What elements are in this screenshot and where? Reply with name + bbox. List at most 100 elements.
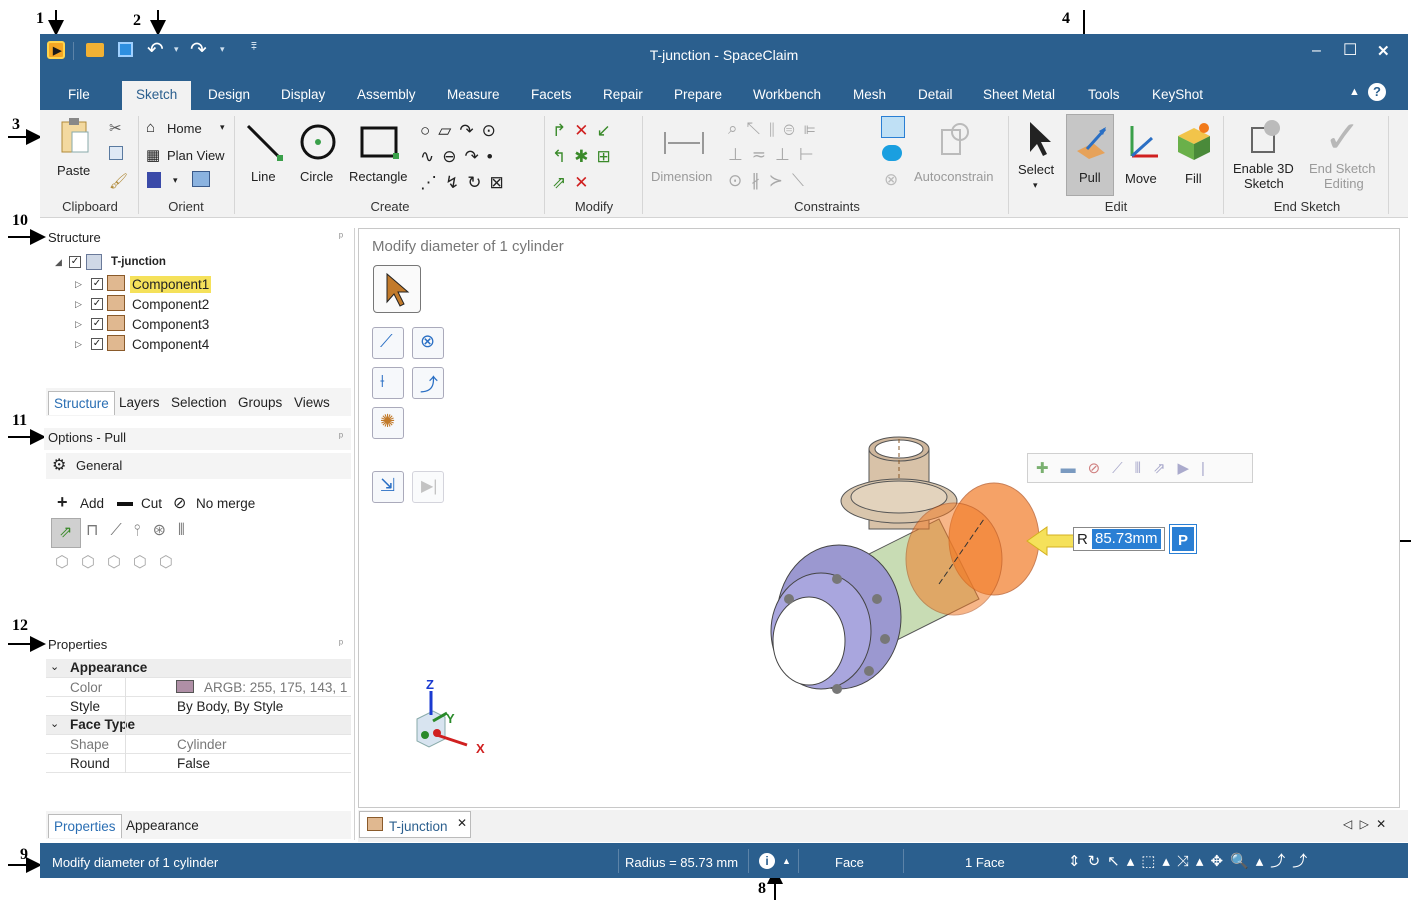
property-row-round[interactable]: Round False <box>46 754 351 773</box>
end-sketch-label-2[interactable]: Editing <box>1324 176 1364 191</box>
expand-icon[interactable]: ▷ <box>75 339 82 350</box>
pin-icon[interactable]: ᵖ <box>339 231 343 243</box>
remove-constraints-icon[interactable]: ⊗ <box>884 170 898 190</box>
help-icon[interactable]: ? <box>1368 83 1386 101</box>
options-general-row[interactable]: ⚙ General <box>46 453 351 479</box>
tab-views[interactable]: Views <box>294 395 330 410</box>
checkbox-icon[interactable]: ✓ <box>91 278 103 290</box>
tab-design[interactable]: Design <box>208 87 250 102</box>
add-label[interactable]: Add <box>80 496 104 511</box>
line-label[interactable]: Line <box>251 169 276 184</box>
face-type-section-row[interactable]: ⌄ Face Type <box>46 716 351 735</box>
status-tool-icons[interactable]: ⇕↻↖▴⬚▴⤨▴✥🔍▴⤴⤴ <box>1068 850 1404 871</box>
tab-sketch[interactable]: Sketch <box>122 81 192 110</box>
close-tab-icon[interactable]: ✕ <box>457 816 467 830</box>
tab-structure[interactable]: Structure <box>48 391 115 415</box>
minimize-button[interactable]: – <box>1312 42 1321 60</box>
tab-prepare[interactable]: Prepare <box>674 87 722 102</box>
tab-assembly[interactable]: Assembly <box>357 87 416 102</box>
checkbox-icon[interactable]: ✓ <box>91 298 103 310</box>
pull-direction-guide[interactable]: ⟋ <box>372 327 404 359</box>
revolve-guide[interactable]: ⊗ <box>412 327 444 359</box>
move-label[interactable]: Move <box>1125 171 1157 186</box>
complete-guide[interactable]: ▶| <box>412 471 444 503</box>
select-icon[interactable] <box>1024 120 1054 160</box>
tab-groups[interactable]: Groups <box>238 395 282 410</box>
checkbox-icon[interactable]: ✓ <box>91 338 103 350</box>
pull-options-row1[interactable]: ⊓⟋⫯⊛⫴ <box>86 520 246 540</box>
home-label[interactable]: Home <box>167 121 202 136</box>
modify-tools-grid[interactable]: ↱✕↙ ↰✱⊞ ⇗✕ <box>552 118 648 192</box>
tab-repair[interactable]: Repair <box>603 87 643 102</box>
collapse-icon[interactable]: ⌄ <box>50 717 59 730</box>
tab-appearance[interactable]: Appearance <box>126 818 199 833</box>
pull-mini-toolbar[interactable]: ✚▬⊘⟋⫴⇗▶| <box>1027 453 1253 483</box>
expand-icon[interactable]: ▷ <box>75 319 82 330</box>
fill-label[interactable]: Fill <box>1185 171 1202 186</box>
tree-item-component2[interactable]: Component2 <box>132 297 209 312</box>
format-painter-icon[interactable]: 🖌 <box>109 172 128 190</box>
tab-workbench[interactable]: Workbench <box>753 87 821 102</box>
enable-3d-sketch-label-2[interactable]: Sketch <box>1244 176 1284 191</box>
tab-display[interactable]: Display <box>281 87 325 102</box>
zoom-extents-icon[interactable] <box>192 171 210 187</box>
property-row-shape[interactable]: Shape Cylinder <box>46 735 351 754</box>
parameter-button[interactable]: P <box>1169 524 1197 554</box>
plan-view-icon[interactable]: ▦ <box>146 146 160 164</box>
tab-measure[interactable]: Measure <box>447 87 500 102</box>
collapse-icon[interactable]: ⌄ <box>50 660 59 673</box>
select-tool-guide[interactable] <box>373 265 421 313</box>
dimension-input[interactable]: R 85.73mm <box>1073 527 1165 551</box>
fill-icon[interactable] <box>1174 120 1214 162</box>
tree-item-component1[interactable]: Component1 <box>130 276 212 293</box>
tree-root-label[interactable]: T-junction <box>111 256 166 268</box>
collapse-icon[interactable]: ◢ <box>55 257 62 268</box>
pull-option-selected-icon[interactable]: ⇗ <box>51 518 81 548</box>
sweep-guide[interactable]: ⟊ <box>372 367 404 399</box>
close-button[interactable]: ✕ <box>1377 42 1390 60</box>
pull-button[interactable]: Pull <box>1066 114 1114 196</box>
view-dropdown-icon[interactable]: ▾ <box>173 175 178 186</box>
show-constraints-icon[interactable] <box>881 116 905 138</box>
select-dropdown-icon[interactable]: ▾ <box>1033 180 1038 191</box>
home-dropdown-icon[interactable]: ▾ <box>220 122 225 133</box>
collapse-ribbon-icon[interactable]: ▲ <box>1349 86 1360 98</box>
constraint-tools-grid[interactable]: ⌕↖∥⊜⊫ ⊥≂⊥⊢ ⊙∦≻⟍ <box>728 116 848 194</box>
axis-triad-icon[interactable] <box>407 679 507 769</box>
tab-detail[interactable]: Detail <box>918 87 953 102</box>
tab-sheet-metal[interactable]: Sheet Metal <box>983 87 1055 102</box>
view-cube-icon[interactable] <box>147 172 161 188</box>
draft-guide[interactable]: ⤴ <box>412 367 444 399</box>
end-sketch-label-1[interactable]: End Sketch <box>1309 161 1376 176</box>
constraint-visibility-icon[interactable] <box>882 145 902 161</box>
end-sketch-check-icon[interactable]: ✓ <box>1324 112 1361 163</box>
create-tools-grid[interactable]: ○▱↷⊙ ∿⊖↷• ⋰↯↻⊠ <box>420 118 540 192</box>
cut-icon[interactable]: ✂ <box>109 119 122 137</box>
tab-selection[interactable]: Selection <box>171 395 227 410</box>
autoconstrain-icon[interactable] <box>938 120 972 160</box>
rectangle-icon[interactable] <box>358 124 402 162</box>
dimension-label[interactable]: Dimension <box>651 169 712 184</box>
checkbox-icon[interactable]: ✓ <box>91 318 103 330</box>
expand-icon[interactable]: ▷ <box>75 299 82 310</box>
enable-3d-sketch-label-1[interactable]: Enable 3D <box>1233 161 1294 176</box>
expand-icon[interactable]: ▷ <box>75 279 82 290</box>
move-icon[interactable] <box>1122 122 1162 162</box>
tab-navigation-icons[interactable]: ◁ ▷ ✕ <box>1343 817 1388 831</box>
rectangle-label[interactable]: Rectangle <box>349 169 408 184</box>
tab-properties[interactable]: Properties <box>48 814 122 838</box>
tab-mesh[interactable]: Mesh <box>853 87 886 102</box>
pin-icon[interactable]: ᵖ <box>339 638 343 650</box>
info-icon[interactable]: i <box>759 853 775 869</box>
dimension-icon[interactable] <box>662 128 706 158</box>
paste-icon[interactable] <box>60 116 90 156</box>
tree-item-component3[interactable]: Component3 <box>132 317 209 332</box>
cut-icon[interactable] <box>117 502 133 506</box>
document-tab[interactable]: T-junction ✕ <box>359 811 471 838</box>
info-dropdown-icon[interactable]: ▲ <box>782 856 791 866</box>
autoconstrain-label[interactable]: Autoconstrain <box>914 169 994 184</box>
line-icon[interactable] <box>244 122 284 162</box>
radius-value[interactable]: 85.73mm <box>1092 529 1161 549</box>
cut-label[interactable]: Cut <box>141 496 162 511</box>
property-row-style[interactable]: Style By Body, By Style <box>46 697 351 716</box>
